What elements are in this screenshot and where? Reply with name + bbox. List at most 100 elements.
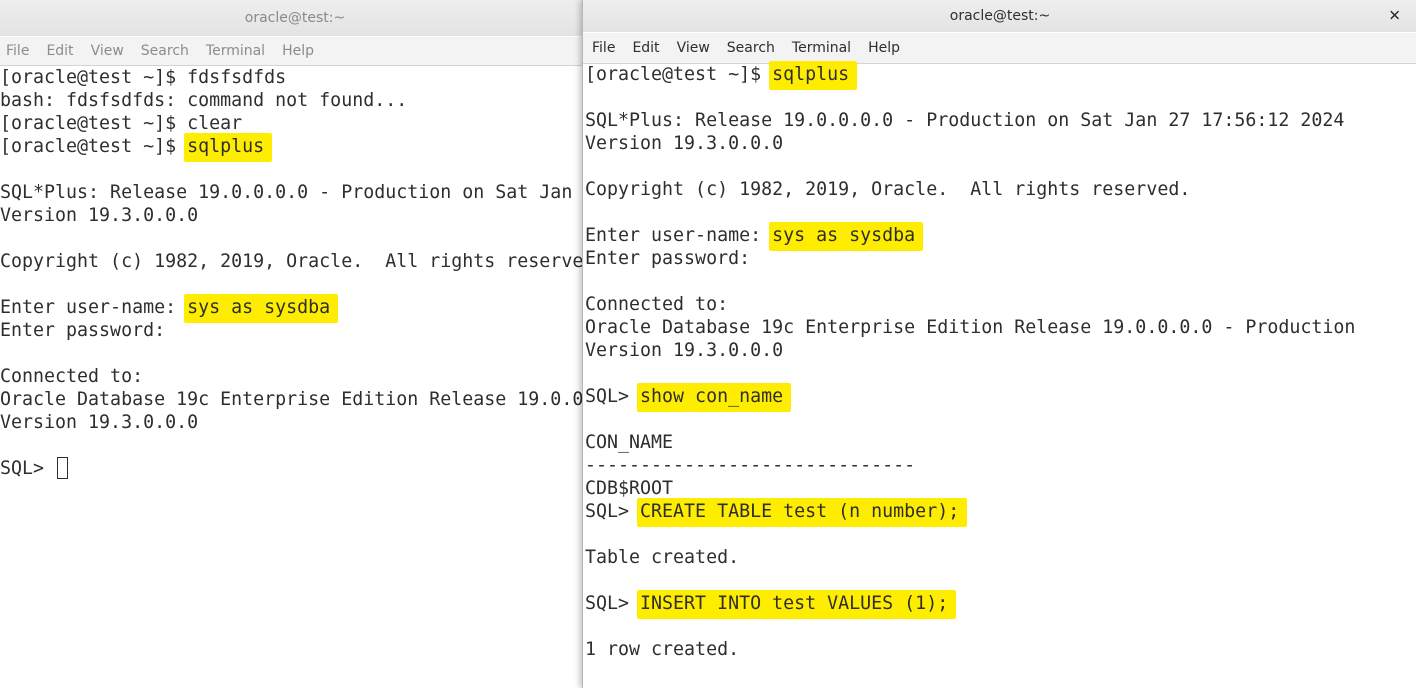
terminal-line: CON_NAME (585, 431, 1416, 454)
line-text: bash: fdsfsdfds: command not found... (0, 90, 408, 111)
terminal-line: Version 19.3.0.0.0 (0, 204, 590, 227)
line-text: [oracle@test ~]$ fdsfsdfds (0, 67, 287, 88)
line-text: Version 19.3.0.0.0 (585, 133, 784, 154)
terminal-line: [oracle@test ~]$ sqlplus (585, 61, 1416, 90)
terminal-line: Enter user-name: sys as sysdba (0, 294, 590, 323)
line-text: Version 19.3.0.0.0 (0, 412, 199, 433)
terminal-output[interactable]: [oracle@test ~]$ fdsfsdfds bash: fdsfsdfd… (0, 66, 590, 688)
line-text: SQL*Plus: Release 19.0.0.0.0 - Productio… (0, 182, 573, 203)
menu-view[interactable]: View (91, 43, 124, 59)
close-button[interactable]: ✕ (1388, 8, 1401, 24)
line-text: Copyright (c) 1982, 2019, Oracle. All ri… (0, 251, 584, 272)
terminal-line: Version 19.3.0.0.0 (0, 411, 590, 434)
line-prompt: [oracle@test ~]$ (0, 136, 188, 157)
line-prompt: Enter user-name: (585, 225, 773, 246)
line-prompt: Enter user-name: (0, 297, 188, 318)
line-text: Version 19.3.0.0.0 (0, 205, 199, 226)
line-text: ------------------------------ (585, 455, 916, 476)
line-text: Connected to: (585, 294, 729, 315)
titlebar[interactable]: oracle@test:~ ✕ (583, 0, 1416, 32)
titlebar[interactable]: oracle@test:~ (0, 0, 590, 36)
highlighted-command: sqlplus (184, 133, 273, 162)
terminal-line: 1 row created. (585, 638, 1416, 661)
line-text: Table created. (585, 547, 740, 568)
line-text: Version 19.3.0.0.0 (585, 340, 784, 361)
terminal-output[interactable]: [oracle@test ~]$ sqlplus SQL*Plus: Releas… (583, 61, 1416, 688)
highlighted-command: CREATE TABLE test (n number); (637, 498, 968, 527)
menubar: File Edit View Search Terminal Help (0, 37, 590, 66)
terminal-line: Version 19.3.0.0.0 (585, 339, 1416, 362)
line-text: SQL*Plus: Release 19.0.0.0.0 - Productio… (585, 110, 1345, 131)
terminal-line: SQL*Plus: Release 19.0.0.0.0 - Productio… (0, 181, 590, 204)
line-text: Oracle Database 19c Enterprise Edition R… (0, 389, 584, 410)
menubar: File Edit View Search Terminal Help (583, 33, 1416, 64)
menu-file[interactable]: File (6, 43, 29, 59)
terminal-line: Connected to: (585, 293, 1416, 316)
terminal-window-left[interactable]: oracle@test:~ File Edit View Search Term… (0, 0, 590, 688)
terminal-line: SQL> INSERT INTO test VALUES (1); (585, 590, 1416, 619)
terminal-line: Connected to: (0, 365, 590, 388)
terminal-line: Version 19.3.0.0.0 (585, 132, 1416, 155)
line-text: 1 row created. (585, 639, 740, 660)
text-cursor (57, 457, 69, 479)
terminal-line: [oracle@test ~]$ clear (0, 112, 590, 135)
terminal-window-right[interactable]: oracle@test:~ ✕ File Edit View Search Te… (582, 0, 1416, 688)
menu-help[interactable]: Help (282, 43, 314, 59)
terminal-line: Copyright (c) 1982, 2019, Oracle. All ri… (585, 178, 1416, 201)
highlighted-command: show con_name (637, 383, 792, 412)
line-prompt: SQL> (585, 593, 641, 614)
menu-search[interactable]: Search (141, 43, 189, 59)
menu-terminal[interactable]: Terminal (206, 43, 265, 59)
line-prompt: [oracle@test ~]$ (585, 64, 773, 85)
terminal-line: Enter password: (585, 247, 1416, 270)
menu-help[interactable]: Help (868, 40, 900, 56)
window-title: oracle@test:~ (244, 10, 346, 26)
menu-edit[interactable]: Edit (46, 43, 73, 59)
terminal-line: Enter user-name: sys as sysdba (585, 222, 1416, 251)
terminal-line: Table created. (585, 546, 1416, 569)
line-text: [oracle@test ~]$ clear (0, 113, 243, 134)
line-text: Connected to: (0, 366, 144, 387)
line-prompt: SQL> (585, 501, 641, 522)
line-text: Enter password: (0, 320, 166, 341)
terminal-line: Copyright (c) 1982, 2019, Oracle. All ri… (0, 250, 590, 273)
line-text: CDB$ROOT (585, 478, 674, 499)
terminal-line: SQL> CREATE TABLE test (n number); (585, 498, 1416, 527)
menu-terminal[interactable]: Terminal (792, 40, 851, 56)
line-text: Copyright (c) 1982, 2019, Oracle. All ri… (585, 179, 1191, 200)
window-title: oracle@test:~ (949, 8, 1051, 24)
line-text: Enter password: (585, 248, 751, 269)
line-text: SQL> (0, 458, 56, 479)
line-prompt: SQL> (585, 386, 641, 407)
terminal-line: CDB$ROOT (585, 477, 1416, 500)
menu-edit[interactable]: Edit (632, 40, 659, 56)
terminal-line: SQL> (0, 457, 590, 480)
terminal-line: [oracle@test ~]$ fdsfsdfds (0, 66, 590, 89)
line-text: CON_NAME (585, 432, 674, 453)
highlighted-command: sys as sysdba (184, 294, 339, 323)
menu-view[interactable]: View (677, 40, 710, 56)
menu-search[interactable]: Search (727, 40, 775, 56)
terminal-line: Oracle Database 19c Enterprise Edition R… (0, 388, 590, 411)
terminal-line: ------------------------------ (585, 454, 1416, 477)
terminal-line: [oracle@test ~]$ sqlplus (0, 133, 590, 162)
terminal-line: bash: fdsfsdfds: command not found... (0, 89, 590, 112)
highlighted-command: INSERT INTO test VALUES (1); (637, 590, 957, 619)
terminal-line: SQL*Plus: Release 19.0.0.0.0 - Productio… (585, 109, 1416, 132)
highlighted-command: sqlplus (769, 61, 858, 90)
line-text: Oracle Database 19c Enterprise Edition R… (585, 317, 1356, 338)
terminal-line: SQL> show con_name (585, 383, 1416, 412)
menu-file[interactable]: File (592, 40, 615, 56)
terminal-line: Oracle Database 19c Enterprise Edition R… (585, 316, 1416, 339)
